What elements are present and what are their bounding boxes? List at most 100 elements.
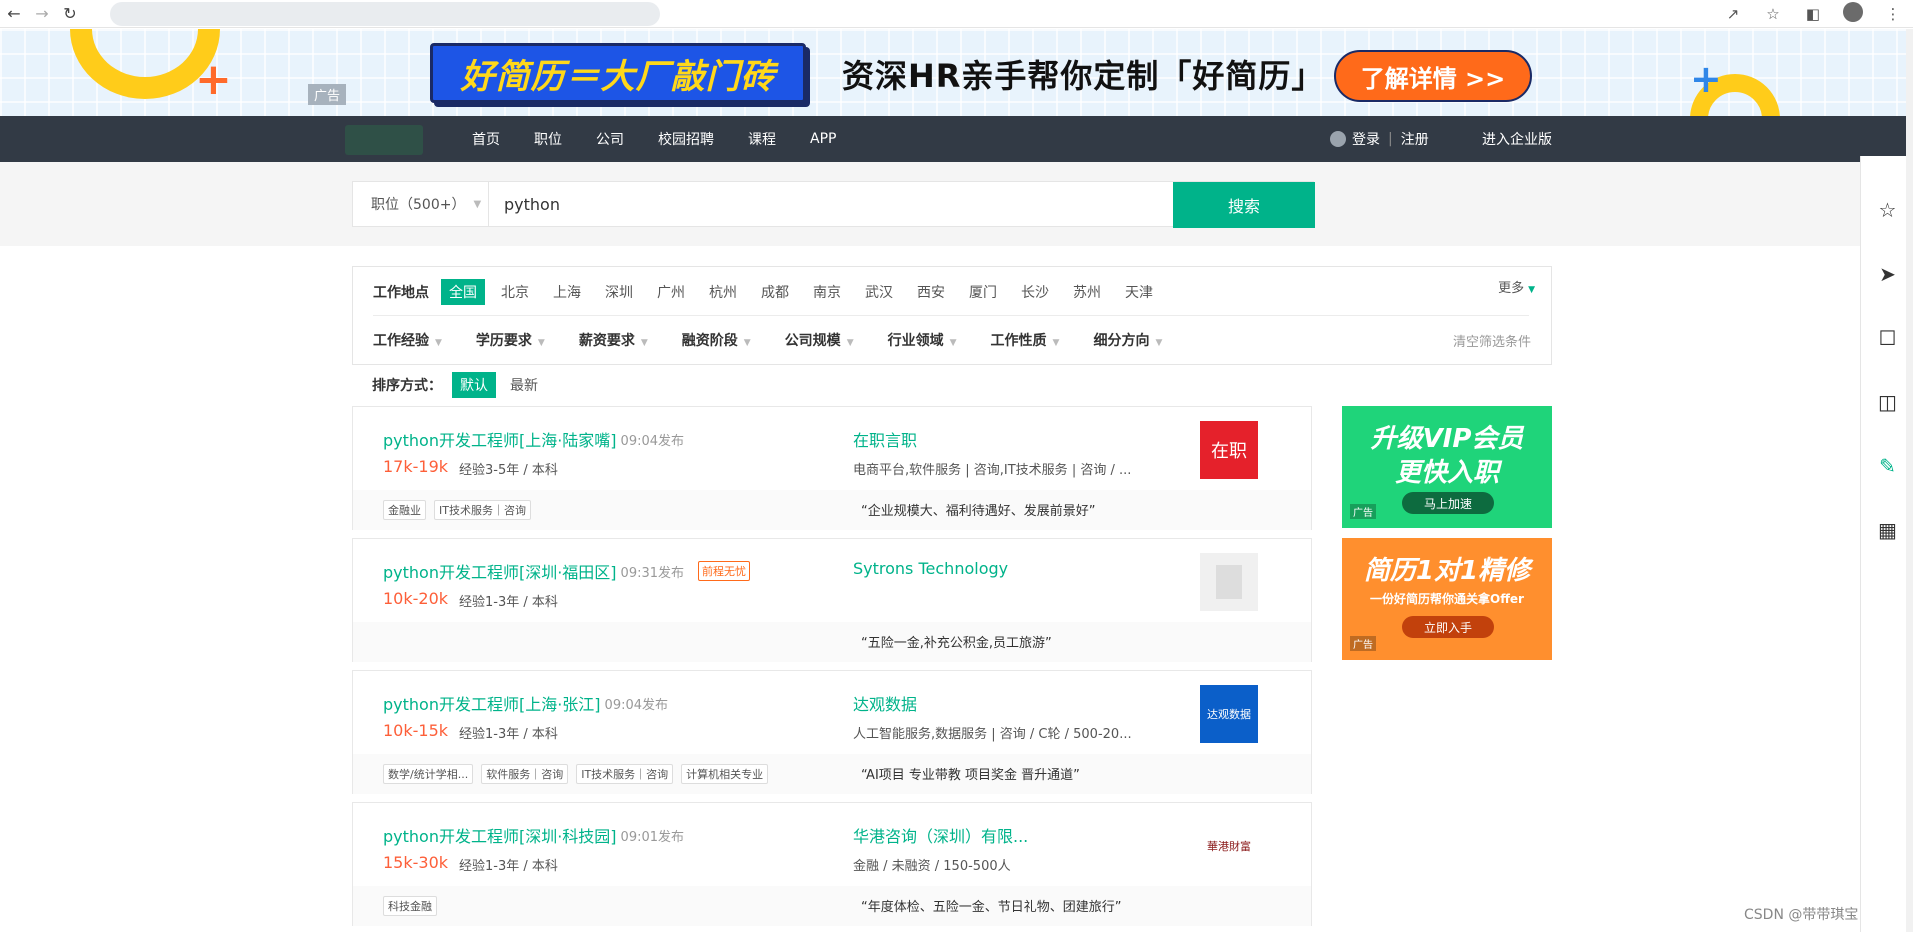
ad-banner[interactable]: + 广告 好简历＝大厂敲门砖 资深HR亲手帮你定制「好简历」 了解详情 >> + [0, 29, 1913, 116]
job-card[interactable]: python开发工程师[上海·张江] 09:04发布 10k-15k 经验1-3年 /… [352, 670, 1312, 794]
city-option[interactable]: 西安 [909, 279, 953, 305]
position-line: python开发工程师[上海·张江] 09:04发布 [383, 691, 668, 715]
company-link[interactable]: 达观数据 [853, 691, 917, 715]
ad-label: 广告 [1350, 504, 1376, 519]
banner-detail-button[interactable]: 了解详情 >> [1334, 50, 1532, 102]
sort-options: 排序方式： 默认 最新 [372, 372, 552, 398]
city-option[interactable]: 武汉 [857, 279, 901, 305]
nav-link[interactable]: 校园招聘 [658, 129, 714, 149]
decor-plus-icon: + [195, 54, 232, 105]
back-arrow-icon[interactable]: ← [0, 0, 28, 28]
job-title-link[interactable]: python开发工程师[深圳·科技园] [383, 823, 617, 847]
filter-dropdown-label: 细分方向 [1093, 333, 1150, 349]
company-logo[interactable]: 華港財富 [1200, 817, 1258, 875]
publish-time: 09:04发布 [604, 697, 669, 713]
city-option[interactable]: 杭州 [701, 279, 745, 305]
filter-dropdown[interactable]: 公司规模 ▼ [785, 330, 854, 350]
resume-ad-button[interactable]: 立即入手 [1402, 616, 1494, 638]
bookmark-star-icon[interactable]: ☆ [1753, 5, 1793, 23]
share-icon[interactable]: ↗ [1713, 5, 1753, 23]
filter-dropdown[interactable]: 学历要求 ▼ [476, 330, 545, 350]
search-type-select[interactable]: 职位（500+） ▼ [353, 182, 489, 226]
filter-dropdown[interactable]: 工作经验 ▼ [373, 330, 442, 350]
city-option[interactable]: 天津 [1117, 279, 1161, 305]
vip-ad-button[interactable]: 马上加速 [1402, 492, 1494, 514]
city-option[interactable]: 全国 [441, 279, 485, 305]
vip-ad-subtitle: 更快入职 [1394, 458, 1499, 488]
city-option[interactable]: 南京 [805, 279, 849, 305]
job-tag: 科技金融 [383, 896, 437, 916]
job-card[interactable]: python开发工程师[深圳·科技园] 09:01发布 15k-30k 经验1-3年 … [352, 802, 1312, 926]
company-industry: 电商平台,软件服务 | 咨询,IT技术服务 | 咨询 / ... [853, 463, 1132, 478]
filter-dropdown[interactable]: 融资阶段 ▼ [682, 330, 751, 350]
scrollbar[interactable] [1906, 29, 1913, 932]
job-title-link[interactable]: python开发工程师[上海·陆家嘴] [383, 427, 617, 451]
filter-dropdowns: 工作经验 ▼ 学历要求 ▼ 薪资要求 ▼ 融资阶段 ▼ 公司规模 ▼ 行业领域 ▼ 工作性质 ▼ 细分方向 ▼ [373, 327, 1196, 353]
divider: | [1388, 131, 1393, 147]
city-option[interactable]: 上海 [545, 279, 589, 305]
nav-link[interactable]: 首页 [472, 129, 500, 149]
company-benefit: “年度体检、五险一金、节日礼物、团建旅行” [861, 900, 1122, 915]
job-title-link[interactable]: python开发工程师[上海·张江] [383, 691, 601, 715]
city-option[interactable]: 长沙 [1013, 279, 1057, 305]
vip-ad[interactable]: 升级VIP会员 更快入职 马上加速 广告 [1342, 406, 1552, 528]
login-link[interactable]: 登录 [1352, 129, 1380, 149]
resume-ad[interactable]: 简历1对1精修 一份好简历帮你通关拿Offer 立即入手 广告 [1342, 538, 1552, 660]
clear-filters-link[interactable]: 清空筛选条件 [1453, 331, 1531, 350]
job-title-link[interactable]: python开发工程师[深圳·福田区] [383, 559, 617, 583]
company-link[interactable]: 在职言职 [853, 427, 917, 451]
banner-slogan-box: 好简历＝大厂敲门砖 [430, 43, 806, 103]
chevron-down-icon: ▼ [473, 198, 482, 210]
address-bar[interactable] [110, 2, 660, 26]
sidebar-toggle-icon[interactable]: ◧ [1793, 5, 1833, 23]
card-footer: 金融业 IT技术服务｜咨询 “企业规模大、福利待遇好、发展前景好” [353, 490, 1311, 530]
job-tag: 数学/统计学相... [383, 764, 474, 784]
sort-option[interactable]: 最新 [502, 372, 546, 398]
reload-icon[interactable]: ↻ [56, 0, 84, 28]
top-navigation: 首页 职位 公司 校园招聘 课程 APP 登录 | 注册 进入企业版 [0, 116, 1913, 162]
register-link[interactable]: 注册 [1401, 129, 1429, 149]
nav-link[interactable]: 职位 [534, 129, 562, 149]
sort-option[interactable]: 默认 [452, 372, 496, 398]
search-button[interactable]: 搜索 [1173, 182, 1315, 228]
caret-down-icon: ▼ [1528, 285, 1535, 295]
city-option[interactable]: 深圳 [597, 279, 641, 305]
location-filter: 工作地点 全国 北京 上海 深圳 广州 杭州 成都 南京 武汉 西安 厦门 长沙 苏州 天津 [373, 279, 1169, 305]
filter-dropdown[interactable]: 细分方向 ▼ [1093, 330, 1162, 350]
job-card[interactable]: python开发工程师[上海·陆家嘴] 09:04发布 17k-19k 经验3-5年 … [352, 406, 1312, 530]
city-option[interactable]: 北京 [493, 279, 537, 305]
company-benefit: “AI项目 专业带教 项目奖金 晋升通道” [861, 768, 1080, 783]
city-option[interactable]: 成都 [753, 279, 797, 305]
city-option[interactable]: 厦门 [961, 279, 1005, 305]
nav-link[interactable]: 公司 [596, 129, 624, 149]
company-logo[interactable] [1200, 553, 1258, 611]
job-card[interactable]: python开发工程师[深圳·福田区] 09:31发布 前程无忧 10k-20k 经验1… [352, 538, 1312, 662]
company-logo[interactable]: 在职 [1200, 421, 1258, 479]
nav-link[interactable]: APP [810, 131, 836, 147]
divider [373, 315, 1529, 316]
kebab-menu-icon[interactable]: ⋮ [1873, 5, 1913, 23]
site-logo[interactable] [345, 125, 423, 155]
city-option[interactable]: 苏州 [1065, 279, 1109, 305]
nav-link[interactable]: 课程 [748, 129, 776, 149]
publish-time: 09:04发布 [620, 433, 685, 449]
filter-dropdown[interactable]: 工作性质 ▼ [991, 330, 1060, 350]
more-label: 更多 [1498, 281, 1525, 296]
job-tags: 数学/统计学相... 软件服务｜咨询 IT技术服务｜咨询 计算机相关专业 [383, 764, 776, 784]
card-footer: 数学/统计学相... 软件服务｜咨询 IT技术服务｜咨询 计算机相关专业 “AI项目 专… [353, 754, 1311, 794]
job-requirements: 经验1-3年 / 本科 [459, 727, 558, 742]
company-link[interactable]: 华港咨询（深圳）有限... [853, 823, 1028, 847]
filter-dropdown[interactable]: 薪资要求 ▼ [579, 330, 648, 350]
company-link[interactable]: Sytrons Technology [853, 559, 1008, 578]
filter-dropdown-label: 工作经验 [373, 333, 429, 349]
job-tags: 金融业 IT技术服务｜咨询 [383, 500, 539, 520]
more-cities-button[interactable]: 更多 ▼ [1498, 277, 1535, 296]
job-requirements: 经验1-3年 / 本科 [459, 859, 558, 874]
city-option[interactable]: 广州 [649, 279, 693, 305]
filter-dropdown[interactable]: 行业领域 ▼ [888, 330, 957, 350]
profile-icon[interactable] [1833, 2, 1873, 26]
person-icon [1330, 131, 1346, 147]
company-logo[interactable]: 达观数据 [1200, 685, 1258, 743]
enterprise-link[interactable]: 进入企业版 [1482, 116, 1552, 162]
forward-arrow-icon[interactable]: → [28, 0, 56, 28]
